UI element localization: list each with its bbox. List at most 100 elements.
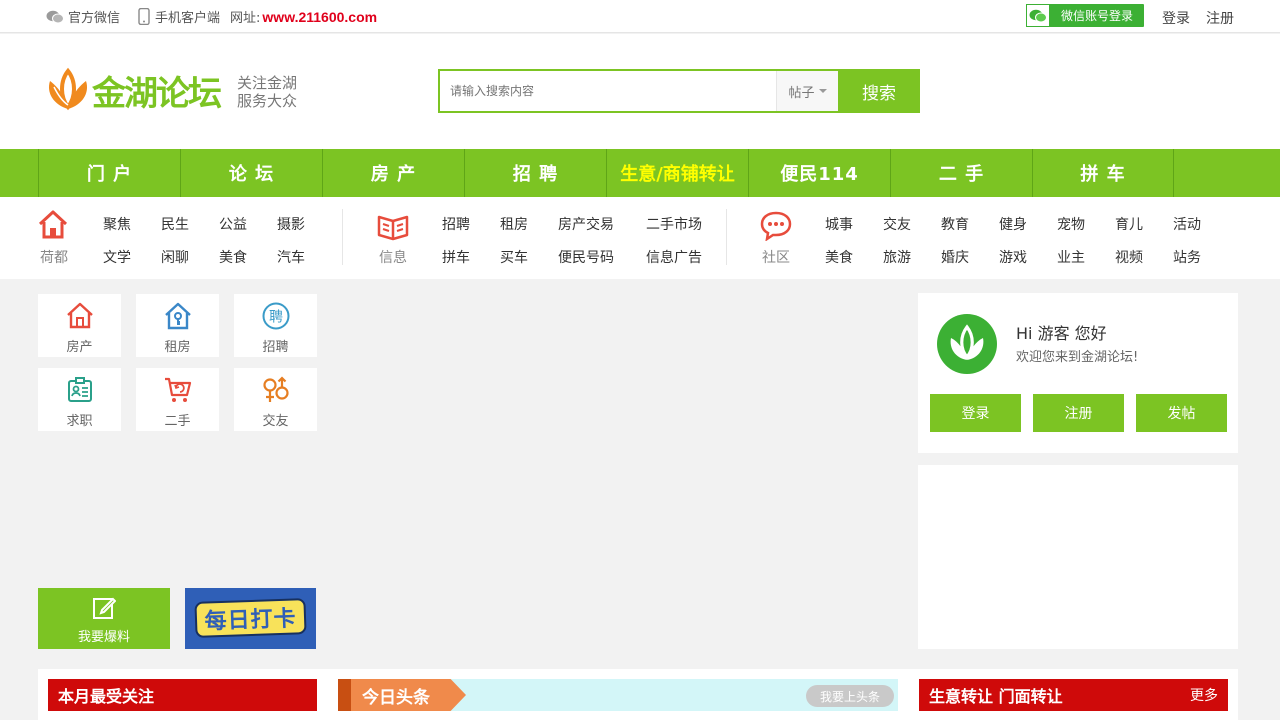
tile-rent[interactable]: 租房 bbox=[136, 294, 219, 357]
resume-icon bbox=[68, 377, 92, 402]
site-logo[interactable]: 金湖论坛 bbox=[44, 65, 239, 117]
nav-item-business[interactable]: 生意/商铺转让 bbox=[606, 149, 748, 197]
tile-realestate[interactable]: 房产 bbox=[38, 294, 121, 357]
book-icon bbox=[377, 215, 409, 241]
submit-headline-button[interactable]: 我要上头条 bbox=[806, 685, 894, 707]
tile-label: 租房 bbox=[164, 340, 191, 355]
register-link[interactable]: 注册 bbox=[1206, 8, 1234, 28]
header: 金湖论坛 关注金湖 服务大众 帖子 搜索 bbox=[0, 34, 1280, 149]
subnav-link[interactable]: 业主 bbox=[1057, 247, 1085, 267]
subnav-link[interactable]: 旅游 bbox=[883, 247, 911, 267]
top-bar: 官方微信 手机客户端 网址: www.211600.com 微信账号登录 登录 … bbox=[0, 0, 1280, 33]
phone-icon bbox=[138, 8, 150, 25]
subnav-link[interactable]: 聚焦 bbox=[103, 214, 131, 234]
subnav-link[interactable]: 文学 bbox=[103, 247, 131, 267]
svg-text:金湖论坛: 金湖论坛 bbox=[91, 74, 222, 114]
subnav-link[interactable]: 健身 bbox=[999, 214, 1027, 234]
daily-checkin-banner[interactable]: 每日打卡 bbox=[185, 588, 316, 649]
tile-label: 房产 bbox=[66, 340, 93, 355]
cart-icon bbox=[165, 377, 192, 402]
subnav-link[interactable]: 育儿 bbox=[1115, 214, 1143, 234]
subnav-link[interactable]: 站务 bbox=[1173, 247, 1201, 267]
mobile-client-label: 手机客户端 bbox=[155, 11, 221, 26]
subnav-group-label: 信息 bbox=[379, 250, 407, 266]
daily-checkin-label: 每日打卡 bbox=[194, 598, 307, 638]
subnav-link[interactable]: 城事 bbox=[825, 214, 853, 234]
avatar bbox=[937, 314, 997, 374]
edit-icon bbox=[93, 597, 116, 619]
subnav-link[interactable]: 汽车 bbox=[277, 247, 305, 267]
tile-secondhand[interactable]: 二手 bbox=[136, 368, 219, 431]
subnav-link[interactable]: 摄影 bbox=[277, 214, 305, 234]
home-icon bbox=[38, 210, 68, 239]
subnav-link[interactable]: 房产交易 bbox=[558, 214, 614, 234]
subnav-link[interactable]: 买车 bbox=[500, 247, 528, 267]
panel-login-button[interactable]: 登录 bbox=[930, 394, 1021, 432]
recruit-icon: 聘 bbox=[262, 302, 290, 330]
rent-key-icon bbox=[165, 302, 191, 330]
nav-item-portal[interactable]: 门 户 bbox=[38, 149, 180, 197]
house-icon bbox=[67, 302, 93, 329]
today-headlines-header: 今日头条 我要上头条 bbox=[338, 679, 898, 711]
tile-label: 招聘 bbox=[262, 340, 289, 355]
divider bbox=[342, 209, 343, 265]
panel-register-button[interactable]: 注册 bbox=[1033, 394, 1124, 432]
nav-item-realestate[interactable]: 房 产 bbox=[322, 149, 464, 197]
user-panel: Hi 游客 您好 欢迎您来到金湖论坛! 登录 注册 发帖 bbox=[918, 293, 1238, 453]
login-link[interactable]: 登录 bbox=[1162, 8, 1190, 28]
subnav-link[interactable]: 闲聊 bbox=[161, 247, 189, 267]
search-bar: 帖子 搜索 bbox=[438, 69, 920, 113]
search-button[interactable]: 搜索 bbox=[838, 69, 920, 113]
subnav-link[interactable]: 信息广告 bbox=[646, 247, 702, 267]
search-input[interactable] bbox=[440, 71, 776, 111]
monthly-top-header: 本月最受关注 bbox=[48, 679, 317, 711]
subnav-link[interactable]: 租房 bbox=[500, 214, 528, 234]
subnav-link[interactable]: 拼车 bbox=[442, 247, 470, 267]
subnav-link[interactable]: 招聘 bbox=[442, 214, 470, 234]
slogan-line-2: 服务大众 bbox=[237, 92, 298, 110]
subnav-link[interactable]: 婚庆 bbox=[941, 247, 969, 267]
subnav-link[interactable]: 美食 bbox=[825, 247, 853, 267]
business-transfer-title: 生意转让 门面转让 bbox=[929, 687, 1063, 706]
nav-item-forum[interactable]: 论 坛 bbox=[180, 149, 322, 197]
nav-item-secondhand[interactable]: 二 手 bbox=[890, 149, 1032, 197]
subnav-group-label: 荷都 bbox=[40, 250, 68, 266]
business-transfer-header: 生意转让 门面转让 更多 bbox=[919, 679, 1228, 711]
subnav-link[interactable]: 宠物 bbox=[1057, 214, 1085, 234]
subnav-link[interactable]: 便民号码 bbox=[558, 247, 614, 267]
main-nav: 门 户 论 坛 房 产 招 聘 生意/商铺转让 便民114 二 手 拼 车 bbox=[0, 149, 1280, 197]
subnav-link[interactable]: 公益 bbox=[219, 214, 247, 234]
chat-bubble-icon bbox=[760, 211, 792, 241]
official-wechat-label: 官方微信 bbox=[68, 11, 121, 26]
mobile-client-link[interactable]: 手机客户端 bbox=[120, 7, 220, 26]
wechat-icon bbox=[46, 10, 64, 23]
nav-item-services[interactable]: 便民114 bbox=[748, 149, 890, 197]
slogan-line-1: 关注金湖 bbox=[237, 74, 298, 92]
nav-item-carpool[interactable]: 拼 车 bbox=[1032, 149, 1174, 197]
subnav-link[interactable]: 游戏 bbox=[999, 247, 1027, 267]
site-url[interactable]: www.211600.com bbox=[262, 9, 377, 25]
panel-post-button[interactable]: 发帖 bbox=[1136, 394, 1227, 432]
subnav-link[interactable]: 交友 bbox=[883, 214, 911, 234]
nav-item-jobs[interactable]: 招 聘 bbox=[464, 149, 606, 197]
sub-nav: 荷都 聚焦 民生 公益 摄影 文学 闲聊 美食 汽车 信息 招聘 租房 房产交易… bbox=[0, 197, 1280, 279]
official-wechat-link[interactable]: 官方微信 bbox=[46, 7, 120, 26]
submit-news-button[interactable]: 我要爆料 bbox=[38, 588, 170, 649]
wechat-login-button[interactable]: 微信账号登录 bbox=[1026, 4, 1144, 27]
more-link[interactable]: 更多 bbox=[1190, 679, 1218, 711]
divider bbox=[726, 209, 727, 265]
greeting: Hi 游客 您好 bbox=[1016, 324, 1107, 343]
tile-jobseek[interactable]: 求职 bbox=[38, 368, 121, 431]
search-scope-select[interactable]: 帖子 bbox=[776, 71, 838, 111]
tile-recruit[interactable]: 聘 招聘 bbox=[234, 294, 317, 357]
subnav-link[interactable]: 美食 bbox=[219, 247, 247, 267]
subnav-link[interactable]: 二手市场 bbox=[646, 214, 702, 234]
subnav-link[interactable]: 活动 bbox=[1173, 214, 1201, 234]
subnav-link[interactable]: 民生 bbox=[161, 214, 189, 234]
tile-dating[interactable]: 交友 bbox=[234, 368, 317, 431]
search-scope-label: 帖子 bbox=[788, 85, 815, 101]
monthly-top-title: 本月最受关注 bbox=[58, 687, 155, 706]
welcome-text: 欢迎您来到金湖论坛! bbox=[1016, 350, 1139, 365]
subnav-link[interactable]: 视频 bbox=[1115, 247, 1143, 267]
subnav-link[interactable]: 教育 bbox=[941, 214, 969, 234]
